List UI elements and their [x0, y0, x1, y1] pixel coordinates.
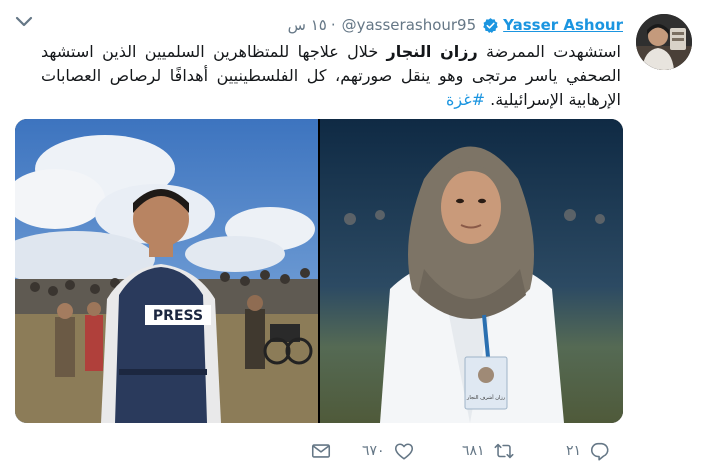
reply-count: ٢١: [566, 443, 582, 459]
separator-dot: ·: [330, 16, 336, 34]
like-count: ٦٧٠: [362, 443, 385, 459]
tweet-time[interactable]: ١٥ س: [288, 16, 327, 34]
media-photo-nurse[interactable]: رزان أشرف النجار: [320, 119, 623, 423]
chevron-down-icon[interactable]: [14, 14, 34, 30]
avatar[interactable]: [636, 14, 692, 70]
tweet-text: استشهدت الممرضة رزان النجار خلال علاجها …: [41, 40, 621, 112]
retweet-count: ٦٨١: [462, 443, 485, 459]
tweet-media: PRESS رزان أشرف النجار: [15, 119, 623, 423]
badge-label: رزان أشرف النجار: [466, 394, 506, 401]
hashtag-link[interactable]: #غزة: [446, 90, 485, 109]
tweet-text-bold-name: رزان النجار: [386, 42, 478, 61]
retweet-icon: [494, 443, 514, 459]
author-handle[interactable]: @yasserashour95: [342, 16, 477, 34]
like-icon: [394, 443, 413, 460]
tweet-text-part1: استشهدت الممرضة: [477, 42, 622, 61]
tweet-card: ١٥ س · @yasserashour95 Yasser Ashour است…: [0, 0, 707, 471]
like-button[interactable]: ٦٧٠: [362, 437, 415, 465]
message-icon: [311, 444, 331, 458]
press-label: PRESS: [153, 308, 203, 324]
author-display-name[interactable]: Yasser Ashour: [503, 16, 623, 34]
tweet-actions: ٢١ ٦٨١ ٦٧٠: [0, 437, 707, 465]
verified-badge-icon: [483, 17, 498, 33]
reply-button[interactable]: ٢١: [566, 437, 611, 465]
tweet-header: ١٥ س · @yasserashour95 Yasser Ashour: [288, 14, 623, 36]
message-button[interactable]: [310, 437, 332, 465]
reply-icon: [591, 442, 609, 461]
retweet-button[interactable]: ٦٨١: [462, 437, 515, 465]
media-photo-journalist[interactable]: PRESS: [15, 119, 318, 423]
